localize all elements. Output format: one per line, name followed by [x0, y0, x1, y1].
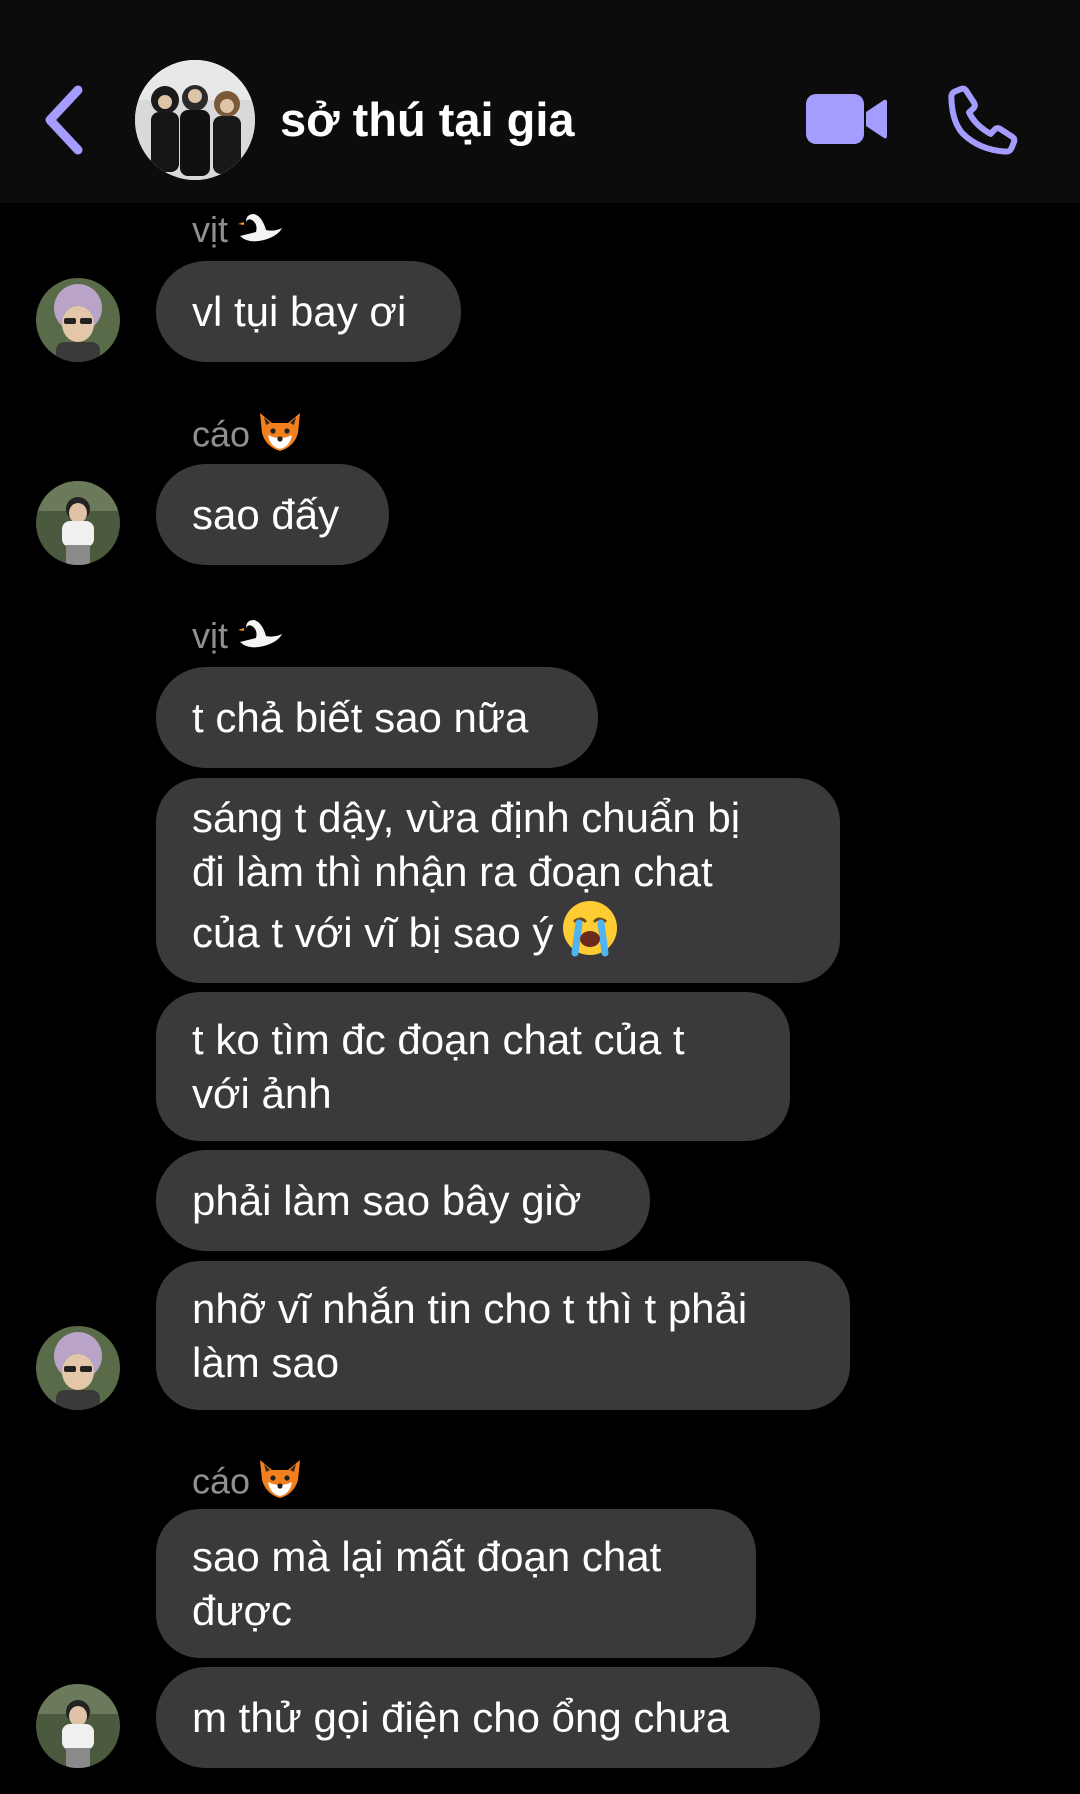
- video-camera-icon: [806, 94, 887, 144]
- message-bubble[interactable]: nhỡ vĩ nhắn tin cho t thì t phải làm sao: [156, 1261, 850, 1410]
- avatar[interactable]: [36, 1326, 120, 1410]
- message-text: sao mà lại mất đoạn chat được: [192, 1532, 662, 1634]
- message-bubble[interactable]: phải làm sao bây giờ: [156, 1150, 650, 1251]
- message-bubble[interactable]: m thử gọi điện cho ổng chưa: [156, 1667, 820, 1768]
- swan-emoji: [234, 210, 286, 254]
- swan-emoji: [234, 616, 286, 660]
- message-text: vl tụi bay ơi: [192, 287, 407, 335]
- message-bubble[interactable]: t ko tìm đc đoạn chat của t với ảnh: [156, 992, 790, 1141]
- avatar-photo: [36, 278, 120, 362]
- sender-name: cáo: [192, 1458, 304, 1510]
- crying-face-emoji: [561, 899, 619, 970]
- chevron-left-icon: [45, 85, 83, 155]
- message-text: t ko tìm đc đoạn chat của t với ảnh: [192, 1015, 685, 1117]
- message-bubble[interactable]: sao đấy: [156, 464, 389, 565]
- sender-label: vịt: [192, 615, 228, 656]
- sender-name: vịt: [192, 614, 286, 660]
- avatar-photo: [36, 1326, 120, 1410]
- avatar[interactable]: [36, 1684, 120, 1768]
- message-text: nhỡ vĩ nhắn tin cho t thì t phải làm sao: [192, 1284, 748, 1386]
- message-text: sao đấy: [192, 490, 340, 538]
- group-photo: [135, 60, 255, 180]
- avatar-photo: [36, 481, 120, 565]
- message-text: t chả biết sao nữa: [192, 693, 529, 741]
- back-button[interactable]: [40, 82, 90, 158]
- chat-title[interactable]: sở thú tại gia: [280, 92, 575, 148]
- group-avatar[interactable]: [135, 60, 255, 180]
- sender-name: cáo: [192, 411, 304, 463]
- fox-emoji: [256, 1458, 304, 1510]
- message-bubble[interactable]: sao mà lại mất đoạn chat được: [156, 1509, 756, 1658]
- message-text: m thử gọi điện cho ổng chưa: [192, 1693, 730, 1741]
- message-bubble[interactable]: vl tụi bay ơi: [156, 261, 461, 362]
- avatar[interactable]: [36, 278, 120, 362]
- message-bubble[interactable]: sáng t dậy, vừa định chuẩn bị đi làm thì…: [156, 778, 840, 983]
- chat-header: sở thú tại gia: [0, 0, 1080, 203]
- sender-name: vịt: [192, 208, 286, 254]
- phone-icon: [948, 85, 1018, 155]
- fox-emoji: [256, 411, 304, 463]
- avatar[interactable]: [36, 481, 120, 565]
- sender-label: vịt: [192, 209, 228, 250]
- video-call-button[interactable]: [804, 90, 888, 148]
- message-text: phải làm sao bây giờ: [192, 1176, 582, 1224]
- voice-call-button[interactable]: [945, 82, 1021, 158]
- sender-label: cáo: [192, 413, 251, 455]
- message-text: sáng t dậy, vừa định chuẩn bị đi làm thì…: [192, 791, 740, 970]
- message-body: sáng t dậy, vừa định chuẩn bị đi làm thì…: [192, 794, 741, 956]
- sender-label: cáo: [192, 1460, 251, 1502]
- message-bubble[interactable]: t chả biết sao nữa: [156, 667, 598, 768]
- avatar-photo: [36, 1684, 120, 1768]
